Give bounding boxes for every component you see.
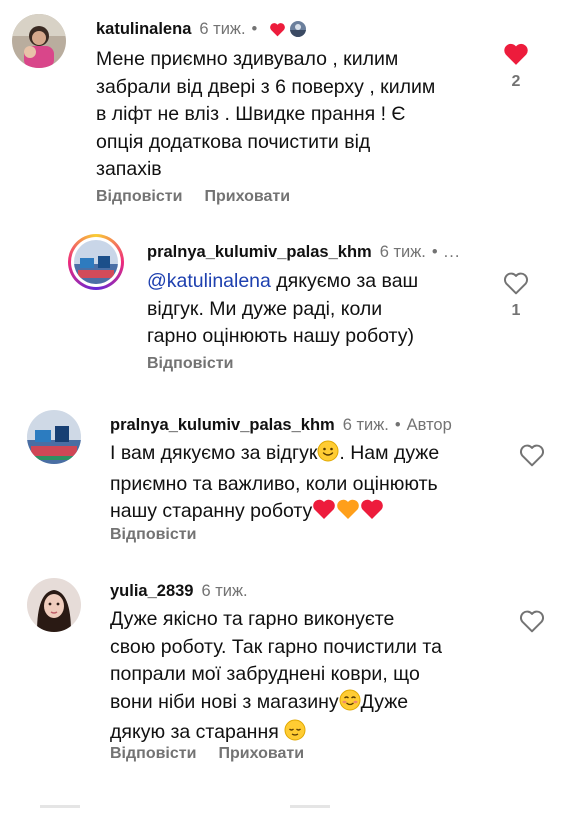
like-count: 1 (511, 302, 521, 319)
comment-text-line: гарно оцінюють нашу роботу) (147, 325, 414, 347)
comment-text-line: Мене приємно здивувало , килим (96, 48, 399, 70)
more-options-icon[interactable]: ... (444, 243, 461, 261)
red-heart-emoji-icon (312, 498, 336, 529)
blushing-smile-emoji-icon (339, 689, 361, 720)
username[interactable]: yulia_2839 (110, 582, 193, 600)
heart-filled-icon (269, 22, 286, 42)
comment-text: . Нам дуже (339, 442, 440, 464)
timestamp: 6 тиж. (379, 243, 426, 261)
comment-text-line: запахів (96, 158, 162, 180)
avatar[interactable] (12, 14, 66, 68)
heart-outline-icon[interactable] (519, 443, 545, 472)
red-heart-emoji-icon (360, 498, 384, 529)
next-comment-edge (0, 795, 576, 808)
reply-button[interactable]: Відповісти (110, 526, 196, 543)
comment-text-line: забрали від двері з 6 поверху , килим (96, 75, 436, 98)
username[interactable]: katulinalena (96, 20, 191, 38)
heart-outline-icon[interactable] (503, 271, 529, 300)
reply-button[interactable]: Відповісти (110, 745, 196, 762)
hide-button[interactable]: Приховати (218, 745, 304, 762)
comment-text-line: свою роботу. Так гарно почистили та (110, 635, 442, 658)
comment-text-line: приємно та важливо, коли оцінюють (110, 472, 438, 495)
like-control (512, 609, 552, 638)
heart-filled-icon[interactable] (503, 42, 529, 71)
avatar[interactable] (27, 410, 81, 464)
mention-link[interactable]: @katulinalena (147, 270, 271, 292)
reply-button[interactable]: Відповісти (96, 188, 182, 205)
like-control: 2 (496, 42, 536, 91)
author-badge: Автор (406, 416, 452, 434)
comment-text: дякую за старання (110, 721, 285, 743)
like-count: 2 (511, 73, 521, 90)
orange-heart-emoji-icon (336, 498, 360, 529)
like-control (512, 443, 552, 472)
hide-button[interactable]: Приховати (204, 188, 290, 205)
comment-text: дякуємо за ваш (270, 270, 419, 292)
smile-emoji-icon (317, 440, 339, 471)
heart-outline-icon[interactable] (519, 609, 545, 638)
avatar[interactable] (27, 578, 81, 632)
username[interactable]: pralnya_kulumiv_palas_khm (147, 243, 372, 261)
separator-dot: • (394, 416, 401, 434)
avatar-story-ring[interactable] (68, 234, 124, 290)
timestamp: 6 тиж. (199, 20, 246, 38)
creator-avatar-icon (290, 21, 307, 37)
comment-text-line: опція додаткова почистити від (96, 130, 371, 153)
separator-dot: • (251, 20, 258, 38)
comment-text-line: відгук. Ми дуже раді, коли (147, 297, 383, 320)
comment-text: І вам дякуємо за відгук (110, 442, 318, 464)
comment-text: вони ніби нові з магазину (110, 690, 339, 713)
like-control: 1 (496, 271, 536, 320)
username[interactable]: pralnya_kulumiv_palas_khm (110, 416, 335, 434)
timestamp: 6 тиж. (342, 416, 389, 434)
comment-text-line: попрали мої забруднені коври, що (110, 663, 420, 685)
reply-button[interactable]: Відповісти (147, 355, 233, 372)
comment-text-line: в ліфт не вліз . Швидке прання ! Є (96, 103, 406, 125)
separator-dot: • (431, 243, 438, 261)
comment-text: Дуже (360, 690, 409, 713)
comment-text-line: Дуже якісно та гарно виконуєте (110, 608, 395, 630)
timestamp: 6 тиж. (201, 582, 248, 600)
comment-text: нашу старанну роботу (110, 500, 313, 522)
